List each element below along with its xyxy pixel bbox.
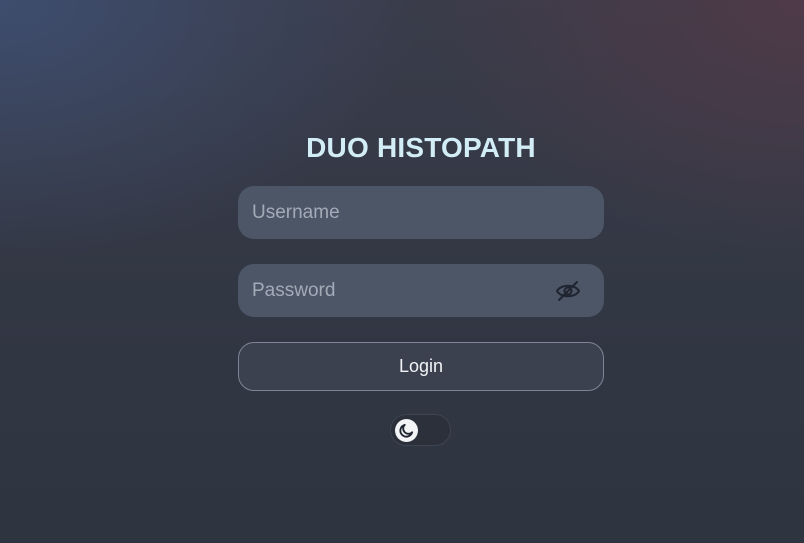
- password-visibility-toggle[interactable]: [554, 278, 582, 304]
- eye-off-icon: [555, 281, 581, 301]
- username-field-container: [238, 186, 604, 239]
- app-title: DUO HISTOPATH: [306, 132, 536, 163]
- theme-toggle-knob: [395, 419, 418, 442]
- username-input[interactable]: [238, 186, 604, 239]
- password-input[interactable]: [238, 264, 604, 317]
- password-field-container: [238, 264, 604, 317]
- theme-toggle[interactable]: [390, 414, 451, 446]
- moon-icon: [399, 423, 414, 438]
- login-button[interactable]: Login: [238, 342, 604, 391]
